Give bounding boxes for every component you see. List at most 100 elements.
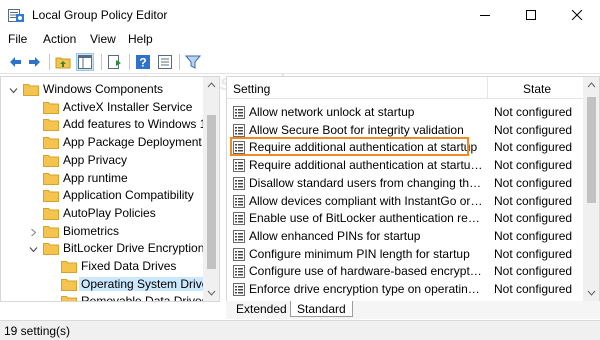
policy-setting-icon (233, 265, 245, 279)
scroll-down-icon[interactable] (203, 284, 220, 301)
setting-state: Not configured (494, 140, 573, 155)
folder-icon (43, 225, 59, 238)
setting-state: Not configured (494, 193, 573, 208)
toolbar: ? (0, 50, 600, 74)
setting-state: Not configured (494, 246, 573, 261)
tree-item-label: Operating System Drives (79, 276, 217, 291)
setting-row[interactable]: Allow Secure Boot for integrity validati… (227, 121, 584, 139)
forward-arrow-icon (29, 57, 40, 67)
folder-open-icon (43, 243, 59, 256)
group-policy-icon (8, 9, 24, 22)
toolbar-separator (179, 54, 180, 70)
properties-view-button[interactable] (156, 53, 174, 71)
menu-view[interactable]: View (90, 32, 116, 46)
close-icon (571, 10, 583, 20)
tree-item-label: App runtime (63, 170, 128, 185)
minimize-button[interactable] (462, 0, 508, 30)
tree-item-label: Removable Data Drives (81, 294, 208, 302)
folder-open-icon (23, 84, 39, 96)
column-divider[interactable] (487, 77, 488, 99)
list-vertical-scrollbar[interactable] (583, 77, 600, 301)
setting-state: Not configured (494, 122, 573, 137)
setting-name: Allow network unlock at startup (249, 105, 415, 119)
up-folder-button[interactable] (54, 53, 72, 71)
folder-icon (43, 207, 59, 220)
minimize-icon (480, 15, 490, 16)
tree-item-label: Biometrics (63, 223, 120, 238)
folder-icon (43, 172, 59, 185)
filter-button[interactable] (184, 53, 202, 71)
setting-row[interactable]: Allow enhanced PINs for startup Not confi… (227, 227, 584, 245)
export-list-button[interactable] (106, 53, 124, 71)
setting-row[interactable]: Allow devices compliant with InstantGo o… (227, 192, 584, 210)
toolbar-separator (49, 54, 50, 70)
setting-row[interactable]: Disallow standard users from changing th… (227, 174, 584, 192)
maximize-button[interactable] (508, 0, 554, 30)
setting-name: Allow enhanced PINs for startup (249, 228, 421, 243)
setting-state: Not configured (494, 211, 573, 226)
chevron-right-icon[interactable] (29, 228, 38, 237)
back-button[interactable] (6, 53, 24, 71)
setting-state: Not configured (494, 158, 573, 173)
tree-item-label: App Package Deployment (63, 135, 202, 150)
settings-list[interactable]: Setting State Allow network unlock at st… (226, 76, 600, 302)
chevron-down-icon[interactable] (9, 86, 18, 95)
setting-state: Not configured (494, 105, 573, 119)
list-scroll-thumb[interactable] (587, 97, 596, 203)
folder-icon (61, 261, 77, 273)
tree-item-label: Add features to Windows 10 (63, 117, 214, 132)
setting-row[interactable]: Enforce drive encryption type on operati… (227, 280, 584, 298)
policy-setting-icon (233, 229, 245, 243)
setting-name: Enable use of BitLocker authentication r… (249, 211, 484, 226)
forward-button[interactable] (26, 53, 44, 71)
properties-icon (158, 55, 172, 69)
help-button[interactable]: ? (134, 53, 152, 71)
tree-item-label: ActiveX Installer Service (63, 99, 193, 114)
scroll-up-icon[interactable] (203, 77, 220, 94)
tree-item-label: Application Compatibility (63, 188, 194, 203)
show-hide-tree-button[interactable] (76, 53, 94, 71)
setting-row[interactable]: Configure minimum PIN length for startup… (227, 245, 584, 263)
folder-icon (43, 137, 59, 150)
setting-row[interactable]: Enable use of BitLocker authentication r… (227, 209, 584, 227)
policy-setting-icon (233, 194, 245, 208)
tab-standard[interactable]: Standard (290, 301, 353, 317)
scroll-down-icon[interactable] (583, 284, 600, 301)
toolbar-separator (129, 54, 130, 70)
setting-row[interactable]: Require additional authentication at sta… (227, 156, 584, 174)
setting-column-header[interactable]: Setting (233, 82, 270, 96)
policy-setting-icon (233, 159, 245, 173)
setting-row[interactable]: Allow network unlock at startup Not confi… (227, 103, 584, 121)
state-column-header[interactable]: State (523, 82, 551, 96)
setting-name: Disallow standard users from changing th… (249, 175, 484, 190)
policy-setting-icon (233, 176, 245, 190)
folder-icon (61, 296, 77, 301)
tree-scroll-thumb[interactable] (207, 115, 216, 269)
setting-name: Enforce drive encryption type on operati… (249, 282, 484, 296)
setting-row[interactable]: Require additional authentication at sta… (227, 137, 584, 157)
folder-icon (43, 190, 59, 203)
console-tree[interactable]: Windows Components ActiveX Installer Serv… (0, 76, 220, 302)
tree-vertical-scrollbar[interactable] (203, 77, 220, 301)
status-bar: 19 setting(s) (0, 320, 600, 340)
settings-count: 19 setting(s) (4, 324, 71, 338)
setting-state: Not configured (494, 264, 573, 279)
menu-file[interactable]: File (8, 32, 27, 46)
setting-state: Not configured (494, 282, 573, 296)
setting-name: Allow Secure Boot for integrity validati… (249, 122, 464, 137)
folder-icon (43, 119, 59, 132)
view-tabs: Extended Standard (226, 301, 600, 319)
setting-row[interactable]: Configure use of hardware-based encrypti… (227, 262, 584, 280)
chevron-down-icon[interactable] (29, 245, 38, 254)
menu-action[interactable]: Action (43, 32, 76, 46)
policy-setting-icon (233, 247, 245, 261)
export-list-icon (108, 55, 121, 69)
tree-item-label: Fixed Data Drives (81, 259, 177, 273)
close-button[interactable] (554, 0, 600, 30)
tab-extended[interactable]: Extended (230, 301, 294, 317)
title-bar: Local Group Policy Editor (0, 0, 600, 30)
scroll-up-icon[interactable] (583, 77, 600, 94)
menu-bar: File Action View Help (0, 30, 600, 50)
svg-text:?: ? (139, 56, 146, 70)
menu-help[interactable]: Help (128, 32, 153, 46)
